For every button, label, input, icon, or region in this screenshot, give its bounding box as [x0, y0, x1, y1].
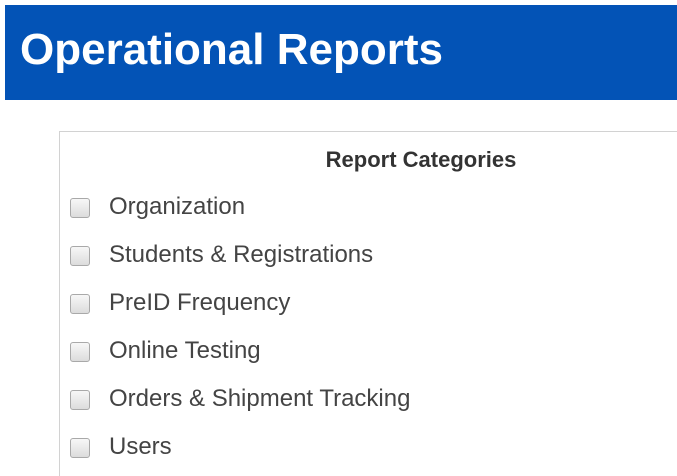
- category-checkbox-users[interactable]: [70, 438, 90, 458]
- category-label-users[interactable]: Users: [109, 432, 172, 462]
- category-checkbox-preid-frequency[interactable]: [70, 294, 90, 314]
- category-label-students-registrations[interactable]: Students & Registrations: [109, 240, 373, 270]
- category-checkbox-students-registrations[interactable]: [70, 246, 90, 266]
- category-label-orders-shipment-tracking[interactable]: Orders & Shipment Tracking: [109, 384, 410, 414]
- category-checkbox-online-testing[interactable]: [70, 342, 90, 362]
- category-checkbox-organization[interactable]: [70, 198, 90, 218]
- report-categories-panel: Report Categories Organization Students …: [59, 131, 677, 476]
- report-categories-title: Report Categories: [325, 147, 517, 172]
- category-label-organization[interactable]: Organization: [109, 192, 245, 222]
- category-label-online-testing[interactable]: Online Testing: [109, 336, 261, 366]
- category-checkbox-orders-shipment-tracking[interactable]: [70, 390, 90, 410]
- page-title: Operational Reports: [20, 25, 443, 74]
- page-header: Operational Reports: [5, 5, 677, 100]
- operational-reports-page: Operational Reports Report Categories Or…: [0, 0, 677, 476]
- category-label-preid-frequency[interactable]: PreID Frequency: [109, 288, 290, 318]
